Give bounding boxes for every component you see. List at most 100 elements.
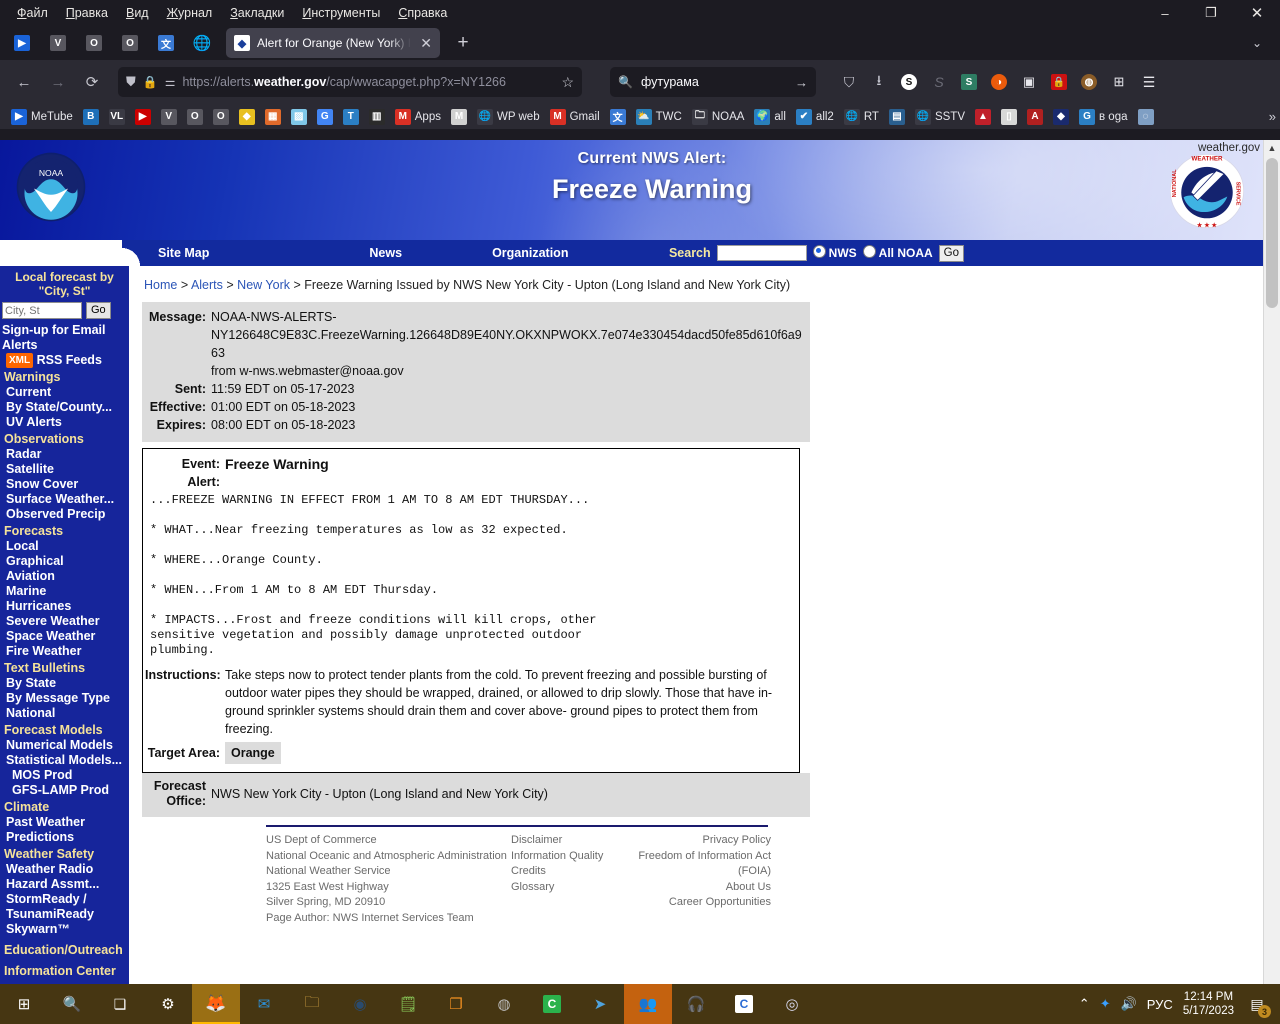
sidebar-item-education[interactable]: Education/Outreach bbox=[0, 937, 129, 958]
bookmark-item-icon-11[interactable]: T bbox=[338, 107, 364, 127]
bookmark-item-icon-25[interactable]: ▲ bbox=[970, 107, 996, 127]
reload-button[interactable]: ⟳ bbox=[76, 67, 108, 97]
sidebar-section-text-bulletins[interactable]: Text Bulletins bbox=[0, 659, 129, 676]
minimize-button[interactable]: – bbox=[1142, 0, 1188, 26]
taskbar-nws-icon[interactable]: ◎ bbox=[768, 984, 816, 1024]
radio-all-noaa[interactable]: All NOAA bbox=[862, 244, 933, 262]
sidebar-section-forecast-models[interactable]: Forecast Models bbox=[0, 721, 129, 738]
sidebar-item-email-alerts[interactable]: Sign-up for Email bbox=[0, 323, 129, 338]
screenshot-icon[interactable]: ▣ bbox=[1014, 67, 1044, 97]
site-search-go-button[interactable]: Go bbox=[938, 244, 964, 262]
bookmark-item-icon-28[interactable]: ◆ bbox=[1048, 107, 1074, 127]
bookmarks-overflow-icon[interactable]: » bbox=[1269, 109, 1276, 124]
bookmark-item-sstv[interactable]: 🌐 SSTV bbox=[910, 107, 970, 127]
sidebar-item-by-message-type[interactable]: By Message Type bbox=[0, 691, 129, 706]
bookmark-item-icon-23[interactable]: ▤ bbox=[884, 107, 910, 127]
taskbar-vmware-icon[interactable]: ❐ bbox=[432, 984, 480, 1024]
radio-nws[interactable]: NWS bbox=[812, 244, 857, 262]
opera-vpn-icon[interactable]: ◑ bbox=[984, 67, 1014, 97]
sidebar-item-marine[interactable]: Marine bbox=[0, 584, 129, 599]
pocket-icon[interactable]: ⛉ bbox=[834, 67, 864, 97]
sidebar-item-space-weather[interactable]: Space Weather bbox=[0, 629, 129, 644]
extension-icon[interactable]: ⊞ bbox=[1104, 67, 1134, 97]
sidebar-section-climate[interactable]: Climate bbox=[0, 798, 129, 815]
bookmark-item-icon-27[interactable]: A bbox=[1022, 107, 1048, 127]
script-icon[interactable]: S bbox=[924, 67, 954, 97]
taskbar-headphones-icon[interactable]: 🎧 bbox=[672, 984, 720, 1024]
menu-edit[interactable]: Правка bbox=[57, 3, 117, 23]
pinned-tab-v[interactable]: V bbox=[42, 28, 74, 58]
taskbar-search-icon[interactable]: 🔍 bbox=[48, 984, 96, 1024]
footer-link[interactable]: Freedom of Information Act (FOIA) bbox=[611, 849, 771, 880]
bookmark-item-icon-17[interactable]: 文 bbox=[605, 107, 631, 127]
sidebar-item-graphical[interactable]: Graphical bbox=[0, 554, 129, 569]
footer-link[interactable]: About Us bbox=[611, 880, 771, 896]
bookmark-item-icon-8[interactable]: ▦ bbox=[260, 107, 286, 127]
taskbar-thunderbird-icon[interactable]: ✉ bbox=[240, 984, 288, 1024]
footer-link[interactable]: Glossary bbox=[511, 880, 611, 896]
s-icon[interactable]: S bbox=[894, 67, 924, 97]
maximize-button[interactable]: ❐ bbox=[1188, 0, 1234, 26]
taskbar-c-icon[interactable]: C bbox=[528, 984, 576, 1024]
url-bar[interactable]: ⛊ 🔒 ⚌ https://alerts.weather.gov/cap/wwa… bbox=[118, 67, 582, 97]
search-bar[interactable]: 🔍 футурама → bbox=[610, 67, 816, 97]
sidebar-section-forecasts[interactable]: Forecasts bbox=[0, 522, 129, 539]
menu-history[interactable]: Журнал bbox=[158, 3, 222, 23]
bookmark-star-icon[interactable]: ☆ bbox=[561, 74, 574, 91]
bookmark-item-icon-3[interactable]: ▶ bbox=[130, 107, 156, 127]
sidebar-item-mos-prod[interactable]: MOS Prod bbox=[0, 768, 129, 783]
taskbar-notepad-icon[interactable]: 🗒 bbox=[384, 984, 432, 1024]
sidebar-item-tsunamiready[interactable]: TsunamiReady bbox=[0, 907, 129, 922]
settings-icon[interactable]: ⚙ bbox=[144, 984, 192, 1024]
pinned-tab-globe[interactable]: 🌐 bbox=[186, 28, 218, 58]
pinned-tab-metube[interactable]: ▶ bbox=[6, 28, 38, 58]
taskbar-obs-icon[interactable]: ◍ bbox=[480, 984, 528, 1024]
bookmark-item-icon-6[interactable]: O bbox=[208, 107, 234, 127]
bookmark-item-icon-30[interactable]: ◌ bbox=[1133, 107, 1159, 127]
sidebar-item-observed-precip[interactable]: Observed Precip bbox=[0, 507, 129, 522]
bookmark-item-icon-7[interactable]: ◆ bbox=[234, 107, 260, 127]
site-search-input[interactable] bbox=[716, 245, 807, 261]
sidebar-item-hazard-assmt[interactable]: Hazard Assmt... bbox=[0, 877, 129, 892]
footer-link[interactable]: Information Quality bbox=[511, 849, 611, 865]
bookmark-item-icon-10[interactable]: G bbox=[312, 107, 338, 127]
bookmark-item-icon-4[interactable]: V bbox=[156, 107, 182, 127]
taskbar-explorer-icon[interactable]: 🗀 bbox=[288, 984, 336, 1024]
nav-news[interactable]: News bbox=[369, 246, 402, 260]
taskbar-firefox-icon[interactable]: 🦊 bbox=[192, 984, 240, 1024]
breadcrumb-alerts[interactable]: Alerts bbox=[191, 278, 223, 292]
menu-bookmarks[interactable]: Закладки bbox=[221, 3, 293, 23]
tray-chevron-icon[interactable]: ⌃ bbox=[1079, 996, 1090, 1012]
bookmark-item-metube[interactable]: ▶ MeTube bbox=[6, 107, 78, 127]
sidebar-item-snow-cover[interactable]: Snow Cover bbox=[0, 477, 129, 492]
lock-icon[interactable]: 🔒 bbox=[143, 75, 158, 89]
sidebar-item-uv-alerts[interactable]: UV Alerts bbox=[0, 415, 129, 430]
menu-help[interactable]: Справка bbox=[389, 3, 456, 23]
app-menu-icon[interactable]: ☰ bbox=[1134, 67, 1164, 97]
sidebar-section-observations[interactable]: Observations bbox=[0, 430, 129, 447]
tab-close-icon[interactable]: ✕ bbox=[418, 36, 434, 50]
sidebar-item-email-alerts-2[interactable]: Alerts bbox=[0, 338, 129, 353]
sidebar-item-hurricanes[interactable]: Hurricanes bbox=[0, 599, 129, 614]
volume-icon[interactable]: 🔊 bbox=[1121, 996, 1137, 1012]
footer-link[interactable]: Privacy Policy bbox=[611, 833, 771, 849]
bluetooth-icon[interactable]: ✦ bbox=[1100, 996, 1111, 1012]
taskbar-steam-icon[interactable]: ◉ bbox=[336, 984, 384, 1024]
clock[interactable]: 12:14 PM 5/17/2023 bbox=[1183, 990, 1234, 1018]
bookmark-item-icon-26[interactable]: ▯ bbox=[996, 107, 1022, 127]
bookmark-item-all2[interactable]: ✔ all2 bbox=[791, 107, 839, 127]
evernote-icon[interactable]: S bbox=[954, 67, 984, 97]
nav-site-map[interactable]: Site Map bbox=[158, 246, 209, 260]
sidebar-item-gfs-lamp-prod[interactable]: GFS-LAMP Prod bbox=[0, 783, 129, 798]
pinned-tab-o2[interactable]: O bbox=[114, 28, 146, 58]
taskbar-telegram-icon[interactable]: ➤ bbox=[576, 984, 624, 1024]
footer-link[interactable]: Credits bbox=[511, 864, 611, 880]
shield-icon[interactable]: ⛊ bbox=[126, 74, 136, 90]
task-view-icon[interactable]: ❏ bbox=[96, 984, 144, 1024]
lock-extension-icon[interactable]: 🔒 bbox=[1044, 67, 1074, 97]
city-go-button[interactable]: Go bbox=[86, 302, 111, 319]
taskbar-users-icon[interactable]: 👥 bbox=[624, 984, 672, 1024]
downloads-icon[interactable]: ⭳ bbox=[864, 67, 894, 97]
bookmark-item-apps[interactable]: M Apps bbox=[390, 107, 446, 127]
bookmark-item-rt[interactable]: 🌐 RT bbox=[839, 107, 884, 127]
